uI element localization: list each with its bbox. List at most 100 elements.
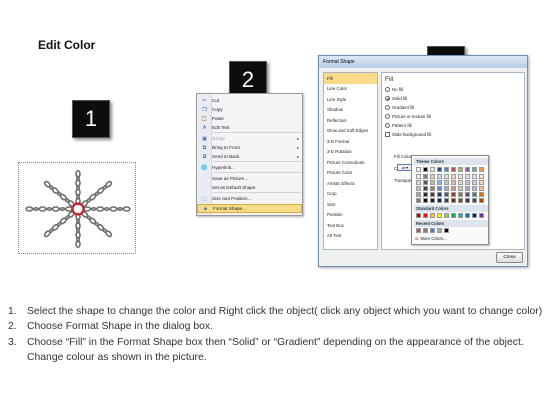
standard-color-swatch[interactable] <box>437 213 442 218</box>
theme-shade-swatch[interactable] <box>451 180 456 185</box>
standard-color-swatch[interactable] <box>416 213 421 218</box>
radio-button[interactable] <box>385 123 390 128</box>
standard-color-swatch[interactable] <box>458 213 463 218</box>
fill-option[interactable]: Slide background fill <box>385 132 431 137</box>
theme-shade-swatch[interactable] <box>430 180 435 185</box>
theme-shade-swatch[interactable] <box>423 180 428 185</box>
theme-shade-swatch[interactable] <box>479 198 484 203</box>
nav-item-3-d-format[interactable]: 3-D Format <box>324 136 377 147</box>
context-menu-item[interactable]: ⬚ Size and Position... <box>197 194 302 203</box>
fill-option[interactable]: Picture or texture fill <box>385 114 431 119</box>
theme-color-swatch[interactable] <box>423 167 428 172</box>
nav-item-size[interactable]: Size <box>324 199 377 210</box>
context-menu-item[interactable]: Save as Picture... <box>197 174 302 183</box>
context-menu-item[interactable]: ⧉ Send to Back ▸ <box>197 152 302 161</box>
fill-option[interactable]: No fill <box>385 87 403 92</box>
fill-option[interactable]: Gradient fill <box>385 105 414 110</box>
theme-color-swatch[interactable] <box>430 167 435 172</box>
recent-color-swatch[interactable] <box>437 228 442 233</box>
context-menu-item[interactable]: ▣ Group ▸ <box>197 134 302 143</box>
theme-shade-swatch[interactable] <box>479 186 484 191</box>
more-colors-button[interactable]: ✿ More Colors... <box>415 236 447 241</box>
theme-shade-swatch[interactable] <box>423 174 428 179</box>
theme-shade-swatch[interactable] <box>423 198 428 203</box>
fill-option[interactable]: Pattern fill <box>385 123 412 128</box>
theme-color-swatch[interactable] <box>451 167 456 172</box>
theme-shade-swatch[interactable] <box>437 180 442 185</box>
theme-shade-swatch[interactable] <box>430 192 435 197</box>
standard-color-swatch[interactable] <box>451 213 456 218</box>
theme-shade-swatch[interactable] <box>451 186 456 191</box>
nav-item-position[interactable]: Position <box>324 210 377 221</box>
theme-shade-swatch[interactable] <box>444 192 449 197</box>
context-menu-item[interactable]: 🌐 Hyperlink... <box>197 163 302 172</box>
theme-shade-swatch[interactable] <box>437 174 442 179</box>
theme-shade-swatch[interactable] <box>479 174 484 179</box>
theme-color-swatch[interactable] <box>465 167 470 172</box>
theme-shade-swatch[interactable] <box>472 192 477 197</box>
theme-shade-swatch[interactable] <box>451 198 456 203</box>
theme-shade-swatch[interactable] <box>472 180 477 185</box>
theme-shade-swatch[interactable] <box>458 180 463 185</box>
theme-shade-swatch[interactable] <box>416 180 421 185</box>
context-menu-item[interactable]: ⧉ Bring to Front ▸ <box>197 143 302 152</box>
theme-shade-swatch[interactable] <box>423 186 428 191</box>
radio-button[interactable] <box>385 105 390 110</box>
standard-color-swatch[interactable] <box>423 213 428 218</box>
nav-item-text-box[interactable]: Text Box <box>324 220 377 231</box>
theme-color-swatch[interactable] <box>458 167 463 172</box>
theme-shade-swatch[interactable] <box>444 174 449 179</box>
theme-shade-swatch[interactable] <box>465 180 470 185</box>
nav-item-reflection[interactable]: Reflection <box>324 115 377 126</box>
recent-color-swatch[interactable] <box>430 228 435 233</box>
recent-color-swatch[interactable] <box>444 228 449 233</box>
standard-color-swatch[interactable] <box>430 213 435 218</box>
theme-shade-swatch[interactable] <box>444 198 449 203</box>
theme-shade-swatch[interactable] <box>458 186 463 191</box>
nav-item-line-style[interactable]: Line Style <box>324 94 377 105</box>
theme-shade-swatch[interactable] <box>465 174 470 179</box>
theme-shade-swatch[interactable] <box>437 186 442 191</box>
standard-color-swatch[interactable] <box>472 213 477 218</box>
theme-shade-swatch[interactable] <box>423 192 428 197</box>
theme-shade-swatch[interactable] <box>451 192 456 197</box>
nav-item-crop[interactable]: Crop <box>324 189 377 200</box>
context-menu-item[interactable]: Set as Default Shape <box>197 183 302 192</box>
theme-shade-swatch[interactable] <box>465 198 470 203</box>
recent-color-swatch[interactable] <box>423 228 428 233</box>
nav-item-picture-color[interactable]: Picture Color <box>324 168 377 179</box>
context-menu-item[interactable]: 📋 Paste <box>197 114 302 123</box>
nav-item-3-d-rotation[interactable]: 3-D Rotation <box>324 147 377 158</box>
recent-color-swatch[interactable] <box>416 228 421 233</box>
theme-shade-swatch[interactable] <box>465 192 470 197</box>
nav-item-shadow[interactable]: Shadow <box>324 105 377 116</box>
theme-shade-swatch[interactable] <box>458 192 463 197</box>
theme-shade-swatch[interactable] <box>458 198 463 203</box>
theme-shade-swatch[interactable] <box>416 192 421 197</box>
theme-shade-swatch[interactable] <box>479 180 484 185</box>
theme-shade-swatch[interactable] <box>437 192 442 197</box>
theme-shade-swatch[interactable] <box>437 198 442 203</box>
theme-shade-swatch[interactable] <box>479 192 484 197</box>
nav-item-fill[interactable]: Fill <box>324 73 377 84</box>
radio-button[interactable] <box>385 87 390 92</box>
theme-shade-swatch[interactable] <box>416 186 421 191</box>
theme-shade-swatch[interactable] <box>416 174 421 179</box>
theme-shade-swatch[interactable] <box>472 174 477 179</box>
nav-item-glow-and-soft-edges[interactable]: Glow and Soft Edges <box>324 126 377 137</box>
theme-shade-swatch[interactable] <box>472 186 477 191</box>
theme-color-swatch[interactable] <box>472 167 477 172</box>
theme-shade-swatch[interactable] <box>430 198 435 203</box>
context-menu-item[interactable]: ✂ Cut <box>197 96 302 105</box>
fill-option[interactable]: Solid fill <box>385 96 407 101</box>
close-button[interactable]: Close <box>496 252 523 263</box>
theme-shade-swatch[interactable] <box>444 186 449 191</box>
theme-shade-swatch[interactable] <box>465 186 470 191</box>
theme-shade-swatch[interactable] <box>430 174 435 179</box>
theme-shade-swatch[interactable] <box>416 198 421 203</box>
theme-shade-swatch[interactable] <box>472 198 477 203</box>
theme-color-swatch[interactable] <box>479 167 484 172</box>
context-menu-item[interactable]: ❐ Copy <box>197 105 302 114</box>
theme-shade-swatch[interactable] <box>430 186 435 191</box>
theme-shade-swatch[interactable] <box>458 174 463 179</box>
